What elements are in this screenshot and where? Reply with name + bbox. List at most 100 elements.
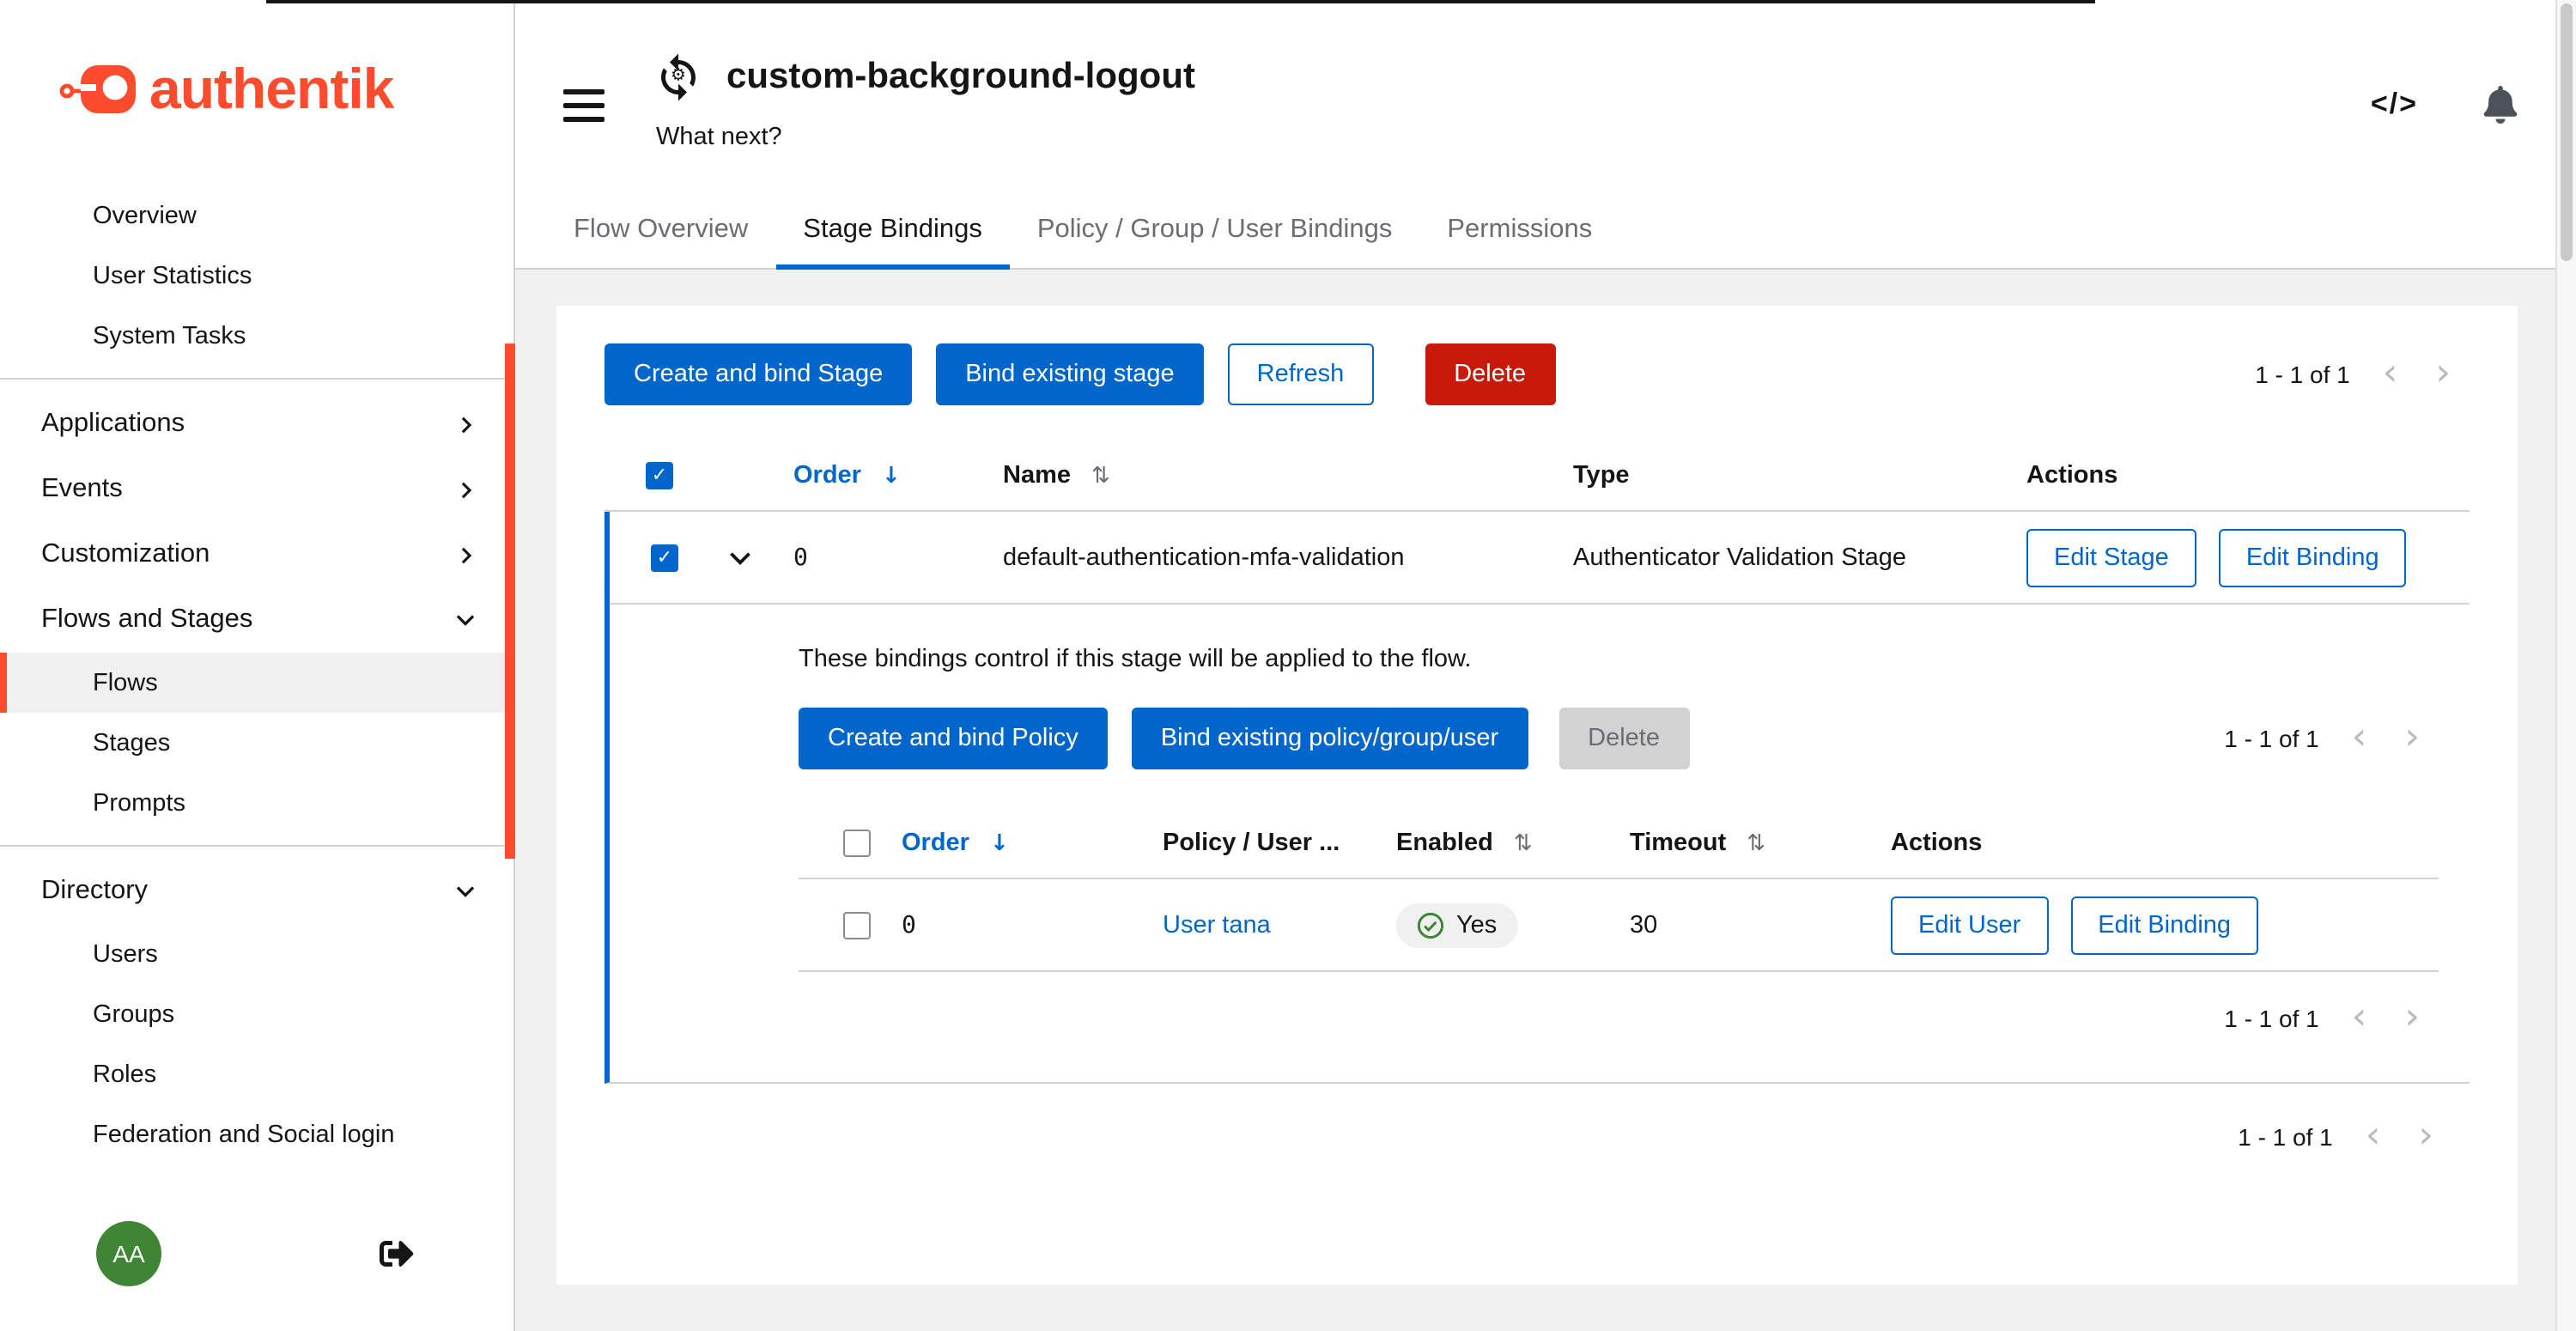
sidebar-item-label: Roles xyxy=(93,1061,156,1088)
sidebar-scrollbar[interactable] xyxy=(505,343,515,859)
sidebar-item-label: Overview xyxy=(93,202,197,229)
sidebar-item-groups[interactable]: Groups xyxy=(0,984,513,1044)
chevron-down-icon xyxy=(455,610,476,630)
sidebar-item-events[interactable]: Events xyxy=(0,457,513,522)
edit-binding-button[interactable]: Edit Binding xyxy=(2070,896,2258,954)
selected-stage-binding-block: ✓ 0 default-authentication-mfa-validatio… xyxy=(605,512,2470,1084)
chevron-right-icon xyxy=(457,415,476,434)
authentik-logo[interactable]: authentik xyxy=(0,0,513,179)
api-drawer-icon[interactable]: </> xyxy=(2371,88,2418,122)
select-all-policies-checkbox[interactable] xyxy=(843,829,871,856)
sort-icon: ⇅ xyxy=(1747,830,1765,856)
stage-flow-icon: ⚙ xyxy=(653,52,704,103)
sort-icon: ⇅ xyxy=(1514,830,1533,856)
sort-icon: ⇅ xyxy=(1091,463,1110,489)
sidebar-item-overview[interactable]: Overview xyxy=(0,185,513,246)
menu-toggle-icon[interactable] xyxy=(563,89,605,122)
pagination-bottom: 1 - 1 of 1 ‹ › xyxy=(605,1118,2470,1156)
column-header-timeout[interactable]: Timeout⇅ xyxy=(1616,829,1877,856)
sidebar-item-user-statistics[interactable]: User Statistics xyxy=(0,246,513,306)
column-label: Enabled xyxy=(1396,829,1493,856)
pagination-prev-icon[interactable]: ‹ xyxy=(2347,1118,2400,1156)
pagination-next-icon[interactable]: › xyxy=(2416,356,2470,393)
check-circle-icon xyxy=(1417,911,1444,939)
chevron-right-icon xyxy=(457,545,476,564)
column-header-name[interactable]: Name ⇅ xyxy=(982,461,1552,489)
column-header-actions: Actions xyxy=(2006,461,2470,489)
bind-existing-stage-button[interactable]: Bind existing stage xyxy=(936,343,1203,405)
sidebar-item-users[interactable]: Users xyxy=(0,924,513,984)
sidebar-nav: Overview User Statistics System Tasks Ap… xyxy=(0,179,513,1194)
tab-policy-group-user-bindings[interactable]: Policy / Group / User Bindings xyxy=(1010,192,1420,268)
sidebar-item-prompts[interactable]: Prompts xyxy=(0,773,513,833)
pagination-prev-icon[interactable]: ‹ xyxy=(2333,720,2386,757)
bind-existing-policy-button[interactable]: Bind existing policy/group/user xyxy=(1132,708,1528,769)
title-block: ⚙ custom-background-logout What next? xyxy=(653,27,1195,151)
browser-scrollbar-thumb[interactable] xyxy=(2561,3,2573,261)
sort-desc-icon: ↓ xyxy=(990,830,1009,856)
column-header-type: Type xyxy=(1552,461,2006,489)
sidebar-divider xyxy=(0,845,513,847)
create-and-bind-stage-button[interactable]: Create and bind Stage xyxy=(605,343,912,405)
tab-permissions[interactable]: Permissions xyxy=(1419,192,1619,268)
sidebar-item-label: Flows and Stages xyxy=(41,605,252,635)
sidebar-item-label: Stages xyxy=(93,729,170,757)
sidebar-footer: AA xyxy=(0,1194,513,1331)
sidebar-item-label: Directory xyxy=(41,876,148,907)
tab-bar: Flow Overview Stage Bindings Policy / Gr… xyxy=(515,192,2555,270)
pagination-prev-icon[interactable]: ‹ xyxy=(2364,356,2417,393)
avatar[interactable]: AA xyxy=(96,1221,161,1286)
sidebar-item-federation[interactable]: Federation and Social login xyxy=(0,1104,513,1164)
user-link[interactable]: User tana xyxy=(1163,911,1271,939)
page-subtitle: What next? xyxy=(656,124,1195,151)
sidebar-item-customization[interactable]: Customization xyxy=(0,522,513,587)
main-area: ⚙ custom-background-logout What next? </… xyxy=(515,0,2555,1331)
tab-flow-overview[interactable]: Flow Overview xyxy=(546,192,775,268)
tab-stage-bindings[interactable]: Stage Bindings xyxy=(775,192,1010,268)
sidebar-item-label: Users xyxy=(93,940,158,968)
column-header-order[interactable]: Order↓ xyxy=(888,829,1149,856)
sidebar-item-flows-and-stages[interactable]: Flows and Stages xyxy=(0,587,513,653)
sidebar-item-system-tasks[interactable]: System Tasks xyxy=(0,306,513,366)
column-label: Name xyxy=(1003,461,1071,489)
row-checkbox[interactable]: ✓ xyxy=(651,544,678,571)
browser-edge-line xyxy=(266,0,2095,3)
stage-order-value: 0 xyxy=(773,544,982,571)
sidebar-item-label: User Statistics xyxy=(93,262,252,289)
pagination-prev-icon[interactable]: ‹ xyxy=(2333,1000,2386,1037)
sidebar-item-applications[interactable]: Applications xyxy=(0,392,513,457)
sidebar-item-roles[interactable]: Roles xyxy=(0,1044,513,1104)
pagination-next-icon[interactable]: › xyxy=(2385,1000,2439,1037)
sidebar-item-label: Federation and Social login xyxy=(93,1121,394,1148)
sidebar-item-label: Prompts xyxy=(93,789,185,817)
gear-icon: ⚙ xyxy=(671,69,686,86)
select-all-checkbox[interactable]: ✓ xyxy=(646,461,673,489)
stage-bindings-card: Create and bind Stage Bind existing stag… xyxy=(556,306,2518,1285)
refresh-button[interactable]: Refresh xyxy=(1228,343,1374,405)
row-checkbox[interactable] xyxy=(843,911,871,939)
delete-policy-binding-button[interactable]: Delete xyxy=(1558,708,1689,769)
sidebar: authentik Overview User Statistics Syste… xyxy=(0,0,515,1331)
edit-user-button[interactable]: Edit User xyxy=(1891,896,2048,954)
logout-icon[interactable] xyxy=(380,1237,414,1271)
delete-button[interactable]: Delete xyxy=(1425,343,1555,405)
pagination-label: 1 - 1 of 1 xyxy=(2238,1123,2347,1151)
enabled-badge: Yes xyxy=(1396,903,1517,947)
notifications-bell-icon[interactable] xyxy=(2483,86,2518,124)
edit-stage-button[interactable]: Edit Stage xyxy=(2026,528,2196,586)
sidebar-item-directory[interactable]: Directory xyxy=(0,859,513,924)
pagination-next-icon[interactable]: › xyxy=(2385,720,2439,757)
column-header-order[interactable]: Order↓ xyxy=(773,461,982,489)
create-and-bind-policy-button[interactable]: Create and bind Policy xyxy=(799,708,1108,769)
expanded-policy-bindings: These bindings control if this stage wil… xyxy=(610,605,2470,1082)
collapse-row-icon[interactable] xyxy=(728,545,752,569)
column-header-policy[interactable]: Policy / User ... xyxy=(1149,829,1382,856)
sidebar-item-flows[interactable]: Flows xyxy=(0,653,513,713)
policy-order-value: 0 xyxy=(888,911,1149,939)
column-header-enabled[interactable]: Enabled ⇅ xyxy=(1382,829,1616,856)
policy-table-header: Order↓ Policy / User ... Enabled ⇅ Timeou… xyxy=(799,807,2439,879)
pagination-next-icon[interactable]: › xyxy=(2399,1118,2452,1156)
sidebar-item-stages[interactable]: Stages xyxy=(0,713,513,773)
browser-scrollbar[interactable] xyxy=(2555,0,2576,1331)
edit-binding-button[interactable]: Edit Binding xyxy=(2219,528,2407,586)
